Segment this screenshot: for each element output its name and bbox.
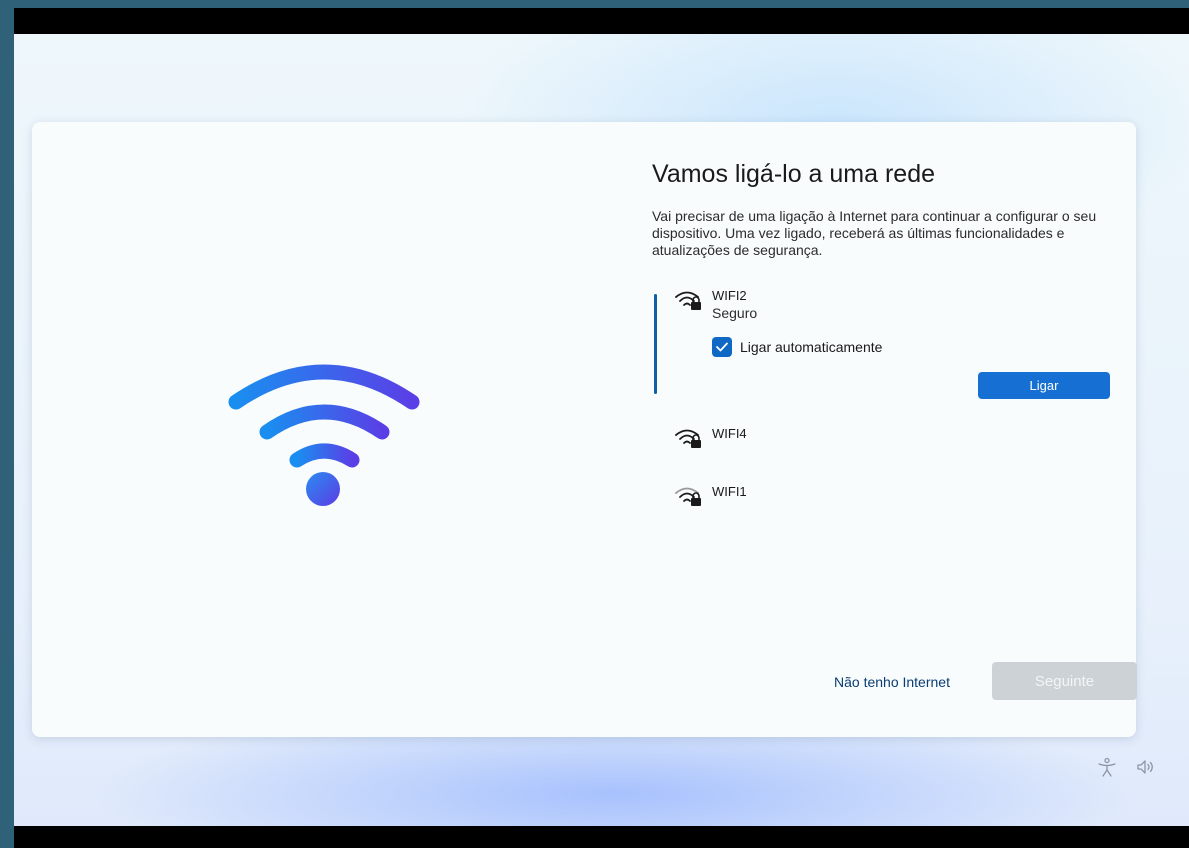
network-name: WIFI4	[712, 426, 747, 441]
selection-indicator	[654, 294, 657, 394]
auto-connect-label: Ligar automaticamente	[740, 339, 883, 355]
oobe-screen: Vamos ligá-lo a uma rede Vai precisar de…	[14, 34, 1189, 826]
bottom-black-bar	[14, 826, 1189, 848]
next-button[interactable]: Seguinte	[992, 662, 1137, 700]
wifi-secured-icon	[675, 291, 701, 310]
auto-connect-checkbox[interactable]: Ligar automaticamente	[712, 337, 882, 357]
volume-icon[interactable]	[1135, 756, 1157, 778]
wifi-secured-icon	[675, 487, 701, 506]
wifi-hero-icon	[228, 364, 420, 506]
network-status: Seguro	[712, 305, 758, 321]
top-black-bar	[14, 8, 1189, 34]
page-description: Vai precisar de uma ligação à Internet p…	[652, 208, 1097, 258]
checkmark-icon	[712, 337, 732, 357]
network-name: WIFI2	[712, 288, 747, 303]
connect-button[interactable]: Ligar	[978, 372, 1110, 399]
network-name: WIFI1	[712, 484, 747, 499]
no-internet-link[interactable]: Não tenho Internet	[834, 674, 950, 690]
page-title: Vamos ligá-lo a uma rede	[652, 160, 936, 188]
wifi-secured-icon	[675, 429, 701, 448]
network-setup-card: Vamos ligá-lo a uma rede Vai precisar de…	[32, 122, 1137, 737]
accessibility-icon[interactable]	[1096, 756, 1118, 778]
